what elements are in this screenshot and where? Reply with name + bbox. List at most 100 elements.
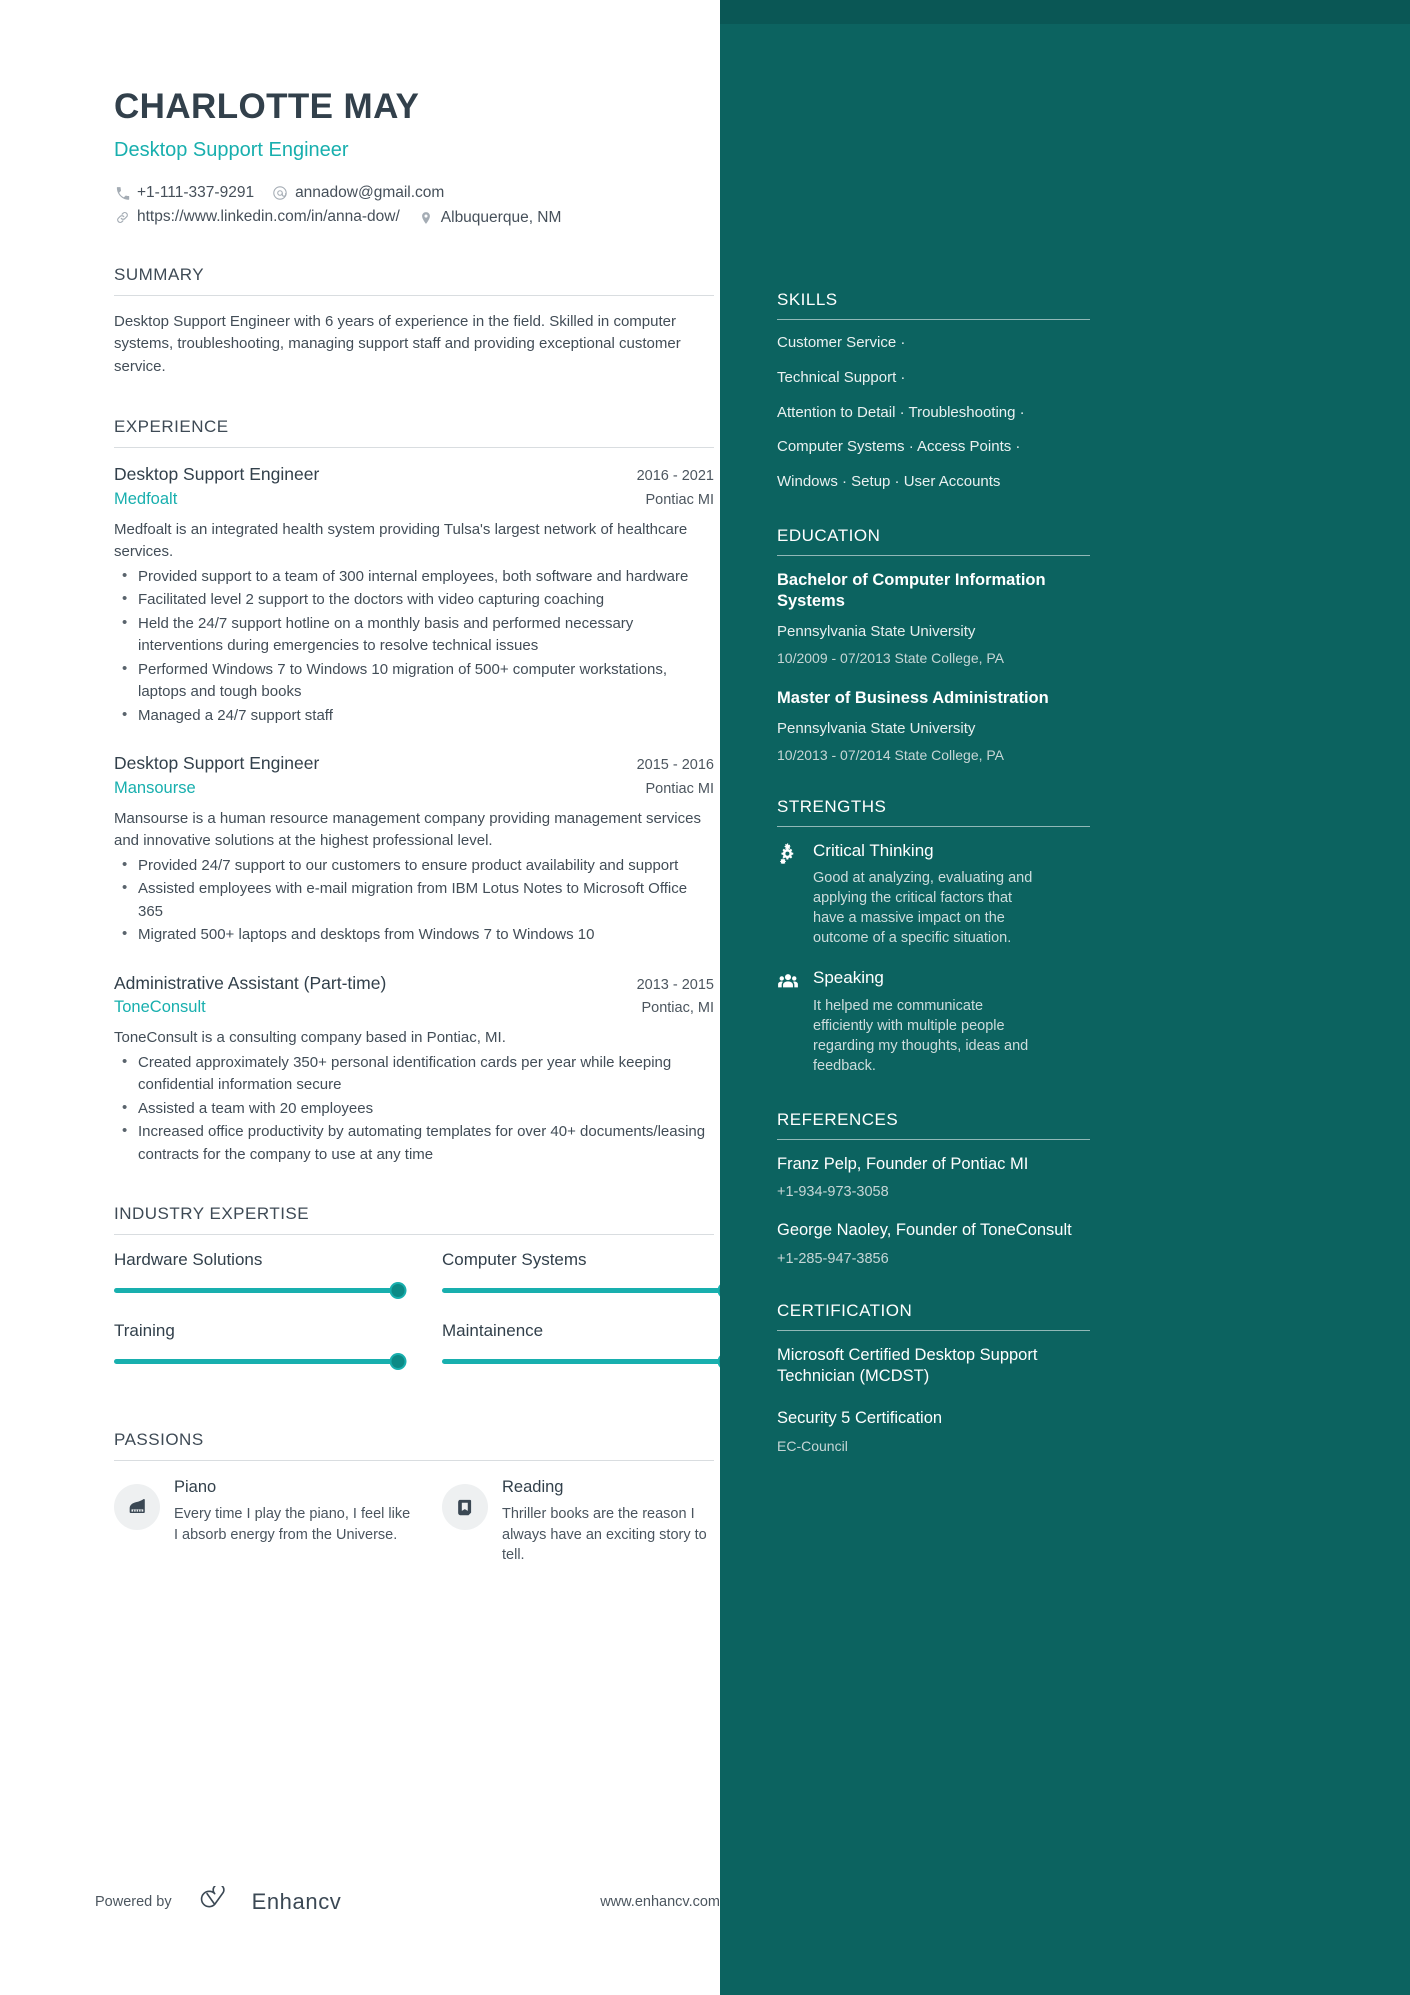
section-industry-expertise: INDUSTRY EXPERTISE Hardware Solutions Co…: [114, 1204, 733, 1392]
reference-name: Franz Pelp, Founder of Pontiac MI: [777, 1154, 1029, 1173]
experience-entry-sub: Mansourse Pontiac MI: [114, 779, 714, 798]
experience-entry: Desktop Support Engineer 2016 - 2021 Med…: [114, 463, 714, 727]
experience-heading: EXPERIENCE: [114, 417, 714, 448]
section-education: EDUCATION Bachelor of Computer Informati…: [777, 526, 1090, 763]
skill-line: Windows · Setup · User Accounts: [777, 473, 1001, 490]
enhancv-brand[interactable]: Enhancv: [194, 1883, 342, 1917]
location-icon: [418, 210, 434, 226]
website-url[interactable]: www.enhancv.com: [600, 1894, 720, 1910]
expertise-label: Computer Systems: [442, 1250, 587, 1270]
list-item: Assisted employees with e-mail migration…: [114, 877, 714, 923]
education-degree: Master of Business Administration: [777, 688, 1049, 707]
passion-title: Reading: [502, 1478, 564, 1497]
experience-entry-head: Desktop Support Engineer 2015 - 2016: [114, 752, 714, 776]
powered-by-label: Powered by: [95, 1893, 172, 1910]
slider-track: [114, 1288, 398, 1294]
passion-item: Reading Thriller books are the reason I …: [414, 1476, 714, 1566]
section-references: REFERENCES Franz Pelp, Founder of Pontia…: [777, 1110, 1090, 1267]
expertise-label: Training: [114, 1321, 175, 1341]
job-dates: 2015 - 2016: [636, 757, 714, 774]
job-company: Medfoalt: [114, 489, 178, 508]
contact-row-1: +1-111-337-9291 annadow@gmail.com: [114, 184, 714, 203]
strength-text: Good at analyzing, evaluating and applyi…: [813, 870, 1033, 947]
skill-line: Computer Systems · Access Points ·: [777, 438, 1021, 456]
expertise-slider[interactable]: [442, 1355, 733, 1369]
slider-knob[interactable]: [391, 1284, 405, 1298]
certification-item: Microsoft Certified Desktop Support Tech…: [777, 1345, 1090, 1388]
resume-header: CHARLOTTE MAY Desktop Support Engineer +…: [114, 87, 714, 227]
industry-expertise-heading: INDUSTRY EXPERTISE: [114, 1204, 714, 1236]
job-title: Administrative Assistant (Part-time): [114, 972, 387, 993]
section-passions: PASSIONS Piano Every time I play the pia…: [114, 1430, 714, 1566]
list-item: Facilitated level 2 support to the docto…: [114, 588, 714, 612]
list-item: Managed a 24/7 support staff: [114, 704, 714, 728]
list-item: Migrated 500+ laptops and desktops from …: [114, 923, 714, 947]
education-heading: EDUCATION: [777, 526, 1090, 556]
section-strengths: STRENGTHS Critical Thinking Good at anal…: [777, 797, 1090, 1076]
passion-text: Thriller books are the reason I always h…: [502, 1506, 707, 1564]
list-item: Assisted a team with 20 employees: [114, 1097, 714, 1121]
reference-name: George Naoley, Founder of ToneConsult: [777, 1221, 1072, 1240]
strength-item: Critical Thinking Good at analyzing, eva…: [777, 841, 1090, 948]
contact-linkedin[interactable]: https://www.linkedin.com/in/anna-dow/: [114, 208, 400, 226]
strengths-heading: STRENGTHS: [777, 797, 1090, 828]
job-title: Desktop Support Engineer: [114, 463, 320, 484]
experience-entry-head: Desktop Support Engineer 2016 - 2021: [114, 463, 714, 487]
slider-knob[interactable]: [391, 1355, 405, 1369]
strength-item: Speaking It helped me communicate effici…: [777, 968, 1090, 1075]
education-degree: Bachelor of Computer Information Systems: [777, 570, 1046, 610]
contact-phone[interactable]: +1-111-337-9291: [114, 184, 254, 202]
contact-phone-value: +1-111-337-9291: [137, 184, 255, 201]
section-skills: SKILLS Customer Service · Technical Supp…: [777, 290, 1090, 492]
expertise-label: Hardware Solutions: [114, 1250, 263, 1270]
section-certification: CERTIFICATION Microsoft Certified Deskto…: [777, 1301, 1090, 1454]
gears-icon: [777, 841, 803, 948]
slider-track: [442, 1359, 726, 1365]
job-dates: 2016 - 2021: [636, 467, 714, 484]
reference-item: George Naoley, Founder of ToneConsult +1…: [777, 1220, 1090, 1266]
contact-location: Albuquerque, NM: [418, 209, 561, 227]
passion-text: Every time I play the piano, I feel like…: [174, 1506, 411, 1543]
experience-entry: Desktop Support Engineer 2015 - 2016 Man…: [114, 752, 714, 947]
job-description: Medfoalt is an integrated health system …: [114, 520, 688, 561]
powered-by-block: Powered by Enhancv: [95, 1883, 342, 1917]
page-title: CHARLOTTE MAY: [114, 87, 420, 126]
certification-issuer: EC-Council: [777, 1438, 848, 1455]
contact-email[interactable]: annadow@gmail.com: [272, 184, 444, 202]
summary-text: Desktop Support Engineer with 6 years of…: [114, 312, 681, 376]
enhancv-wordmark: Enhancv: [251, 1888, 342, 1914]
list-item: Created approximately 350+ personal iden…: [114, 1051, 714, 1097]
contact-email-value: annadow@gmail.com: [295, 183, 445, 201]
expertise-label: Maintainence: [442, 1321, 544, 1341]
email-icon: [272, 185, 288, 201]
job-bullets: Provided 24/7 support to our customers t…: [114, 854, 714, 947]
certification-name: Microsoft Certified Desktop Support Tech…: [777, 1345, 1038, 1386]
passions-heading: PASSIONS: [114, 1430, 714, 1462]
main-column: CHARLOTTE MAY Desktop Support Engineer +…: [0, 0, 733, 1995]
education-meta: 10/2009 - 07/2013 State College, PA: [777, 649, 1005, 666]
expertise-slider[interactable]: [442, 1284, 733, 1298]
slider-track: [114, 1359, 398, 1365]
list-item: Increased office productivity by automat…: [114, 1120, 714, 1166]
people-icon: [777, 968, 803, 1075]
book-icon: [442, 1484, 488, 1531]
contact-linkedin-value: https://www.linkedin.com/in/anna-dow/: [137, 208, 400, 225]
job-bullets: Created approximately 350+ personal iden…: [114, 1051, 714, 1167]
experience-entry-head: Administrative Assistant (Part-time) 201…: [114, 972, 714, 996]
education-entry: Master of Business Administration Pennsy…: [777, 688, 1090, 763]
expertise-slider[interactable]: [114, 1355, 405, 1369]
job-description: Mansourse is a human resource management…: [114, 809, 701, 850]
skill-line: Customer Service ·: [777, 334, 906, 351]
expertise-item: Training: [114, 1321, 414, 1369]
expertise-item: Maintainence: [414, 1321, 733, 1369]
experience-entry: Administrative Assistant (Part-time) 201…: [114, 972, 714, 1167]
skill-line: Attention to Detail · Troubleshooting ·: [777, 403, 1025, 421]
page-footer: Powered by Enhancv www.enhancv.com: [95, 1883, 720, 1917]
job-role-subtitle: Desktop Support Engineer: [114, 138, 349, 161]
education-school: Pennsylvania State University: [777, 622, 976, 640]
resume-page: CHARLOTTE MAY Desktop Support Engineer +…: [0, 0, 1410, 1995]
phone-icon: [114, 185, 130, 201]
link-icon: [114, 209, 130, 225]
expertise-slider[interactable]: [114, 1284, 405, 1298]
education-meta: 10/2013 - 07/2014 State College, PA: [777, 747, 1005, 764]
